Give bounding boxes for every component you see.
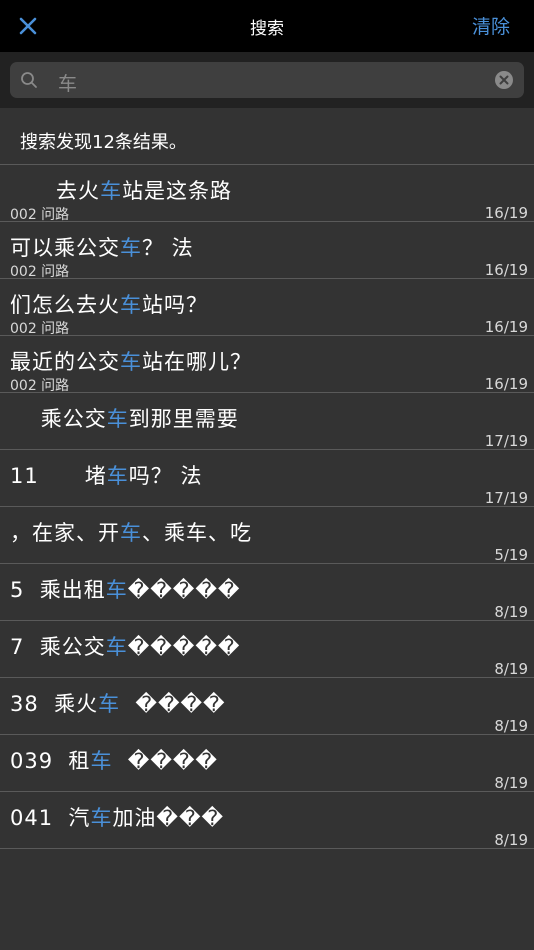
snippet-before: ，在家、开 — [10, 521, 120, 545]
page-number: 8/19 — [494, 831, 528, 849]
result-snippet: 7 乘公交车����� — [10, 631, 240, 661]
page-number: 8/19 — [494, 660, 528, 678]
snippet-before: 去火 — [10, 179, 101, 203]
result-row[interactable]: ，在家、开车、乘车、吃 5/19 — [0, 507, 534, 564]
lesson-label: 002 问路 — [10, 378, 70, 394]
result-row[interactable]: 5 乘出租车����� 8/19 — [0, 564, 534, 621]
snippet-after: 、乘车、吃 — [142, 521, 252, 545]
search-query: 车 — [58, 73, 78, 95]
snippet-after: ����� — [127, 635, 241, 659]
snippet-after: ？ 法 — [142, 236, 194, 260]
snippet-before: 最近的公交 — [10, 350, 120, 374]
result-row[interactable]: 乘公交车到那里需要 17/19 — [0, 393, 534, 450]
snippet-before: 们怎么去火 — [10, 293, 120, 317]
snippet-before: 可以乘公交 — [10, 236, 120, 260]
results-list: 去火车站是这条路 002 问路 16/19 可以乘公交车？ 法 002 问路 16/19 们… — [0, 165, 534, 849]
highlighted-term: 车 — [120, 236, 142, 260]
highlighted-term: 车 — [105, 635, 128, 659]
result-row[interactable]: 041 汽车加油��� 8/19 — [0, 792, 534, 849]
highlighted-term: 车 — [105, 578, 128, 602]
result-row[interactable]: 们怎么去火车站吗？ 002 问路 16/19 — [0, 279, 534, 337]
result-snippet: 们怎么去火车站吗？ — [10, 289, 208, 319]
result-snippet: 38 乘火车 ���� — [10, 688, 226, 718]
snippet-before: 乘公交 — [10, 407, 107, 431]
highlighted-term: 车 — [90, 806, 113, 830]
snippet-after: ����� — [127, 578, 241, 602]
result-row[interactable]: 最近的公交车站在哪儿？ 002 问路 16/19 — [0, 336, 534, 394]
page-number: 8/19 — [494, 774, 528, 792]
result-summary: 搜索发现12条结果。 — [0, 108, 534, 165]
snippet-after: 吗？ 法 — [128, 464, 203, 488]
result-row[interactable]: 38 乘火车 ���� 8/19 — [0, 678, 534, 735]
search-bar: 车 — [0, 52, 534, 108]
lesson-label: 002 问路 — [10, 321, 70, 337]
highlighted-term: 车 — [106, 407, 129, 431]
result-snippet: 5 乘出租车����� — [10, 574, 240, 604]
result-row[interactable]: 039 租车 ���� 8/19 — [0, 735, 534, 792]
highlighted-term: 车 — [120, 521, 142, 545]
result-row[interactable]: 7 乘公交车����� 8/19 — [0, 621, 534, 678]
page-number: 17/19 — [484, 432, 528, 450]
result-snippet: 最近的公交车站在哪儿？ — [10, 346, 252, 376]
highlighted-term: 车 — [120, 293, 142, 317]
clear-button[interactable]: 清除 — [472, 12, 510, 39]
highlighted-term: 车 — [100, 179, 123, 203]
snippet-before: 11 堵 — [10, 464, 107, 488]
snippet-after: 站在哪儿？ — [142, 350, 252, 374]
result-snippet: 乘公交车到那里需要 — [10, 403, 239, 433]
highlighted-term: 车 — [106, 464, 129, 488]
highlighted-term: 车 — [120, 350, 142, 374]
search-input[interactable]: 车 — [10, 62, 524, 98]
page-number: 16/19 — [484, 318, 528, 336]
result-snippet: 041 汽车加油��� — [10, 802, 224, 832]
page-number: 16/19 — [484, 261, 528, 279]
snippet-after: ���� — [120, 692, 226, 716]
snippet-after: 到那里需要 — [128, 407, 239, 431]
result-snippet: ，在家、开车、乘车、吃 — [10, 517, 252, 547]
result-snippet: 11 堵车吗？ 法 — [10, 460, 202, 490]
snippet-after: 站是这条路 — [122, 179, 233, 203]
search-icon — [21, 72, 37, 88]
snippet-before: 38 乘火 — [10, 692, 99, 716]
snippet-before: 039 租 — [10, 749, 91, 773]
snippet-before: 5 乘出租 — [10, 578, 106, 602]
result-row[interactable]: 可以乘公交车？ 法 002 问路 16/19 — [0, 222, 534, 280]
result-snippet: 可以乘公交车？ 法 — [10, 232, 194, 262]
snippet-before: 7 乘公交 — [10, 635, 106, 659]
lesson-label: 002 问路 — [10, 264, 70, 280]
snippet-after: 站吗？ — [142, 293, 208, 317]
page-number: 8/19 — [494, 717, 528, 735]
highlighted-term: 车 — [98, 692, 121, 716]
page-number: 8/19 — [494, 603, 528, 621]
clear-input-icon[interactable] — [494, 70, 514, 90]
result-row[interactable]: 去火车站是这条路 002 问路 16/19 — [0, 165, 534, 223]
page-number: 5/19 — [494, 546, 528, 564]
result-count-text: 搜索发现12条结果。 — [20, 132, 187, 153]
lesson-label: 002 问路 — [10, 207, 70, 223]
result-snippet: 去火车站是这条路 — [10, 175, 232, 205]
result-row[interactable]: 11 堵车吗？ 法 17/19 — [0, 450, 534, 507]
snippet-before: 041 汽 — [10, 806, 91, 830]
nav-bar: 搜索 清除 — [0, 0, 534, 52]
page-number: 16/19 — [484, 204, 528, 222]
snippet-after: 加油��� — [112, 806, 225, 830]
highlighted-term: 车 — [90, 749, 113, 773]
snippet-after: ���� — [112, 749, 218, 773]
page-title: 搜索 — [250, 19, 284, 39]
result-snippet: 039 租车 ���� — [10, 745, 218, 775]
page-number: 17/19 — [484, 489, 528, 507]
page-number: 16/19 — [484, 375, 528, 393]
